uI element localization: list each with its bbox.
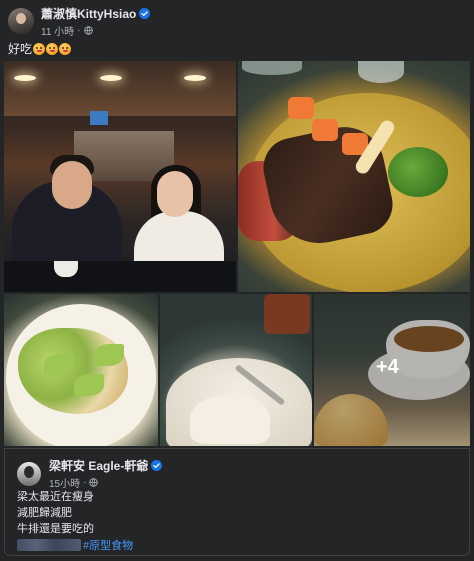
wine-glass xyxy=(242,61,302,75)
shared-text-line: 牛排還是要吃的 xyxy=(17,523,94,535)
yummy-face-emoji-icon xyxy=(46,42,59,55)
woman-face xyxy=(157,171,193,217)
author-name[interactable]: 蕭淑慎KittyHsiao xyxy=(41,5,136,22)
man-face xyxy=(52,161,92,209)
globe-icon[interactable] xyxy=(83,25,93,35)
carrot xyxy=(288,97,314,119)
author-block: 蕭淑慎KittyHsiao 11 小時 · xyxy=(41,5,151,38)
steak-plate-photo[interactable] xyxy=(238,61,470,292)
more-photos-count[interactable]: +4 xyxy=(376,356,399,379)
hashtag-link[interactable]: #原型食物 xyxy=(83,537,133,553)
lettuce-leaf xyxy=(44,354,74,376)
shared-text-line: 梁太最近在瘦身 xyxy=(17,491,94,503)
shared-post-timestamp[interactable]: 15小時 xyxy=(49,475,80,490)
globe-icon[interactable] xyxy=(89,478,99,487)
ceiling-lamp xyxy=(184,75,206,81)
rice-bowl-photo[interactable] xyxy=(160,294,312,446)
shared-author-row: 梁軒安 Eagle-軒爺 xyxy=(49,457,163,474)
salad-photo[interactable] xyxy=(4,294,158,446)
author-avatar[interactable] xyxy=(8,8,34,34)
lettuce-leaf xyxy=(74,374,104,396)
shared-post-header: 梁軒安 Eagle-軒爺 15小時 · xyxy=(17,457,163,490)
sauce-bottle xyxy=(264,294,310,334)
shared-post-text: 梁太最近在瘦身 減肥歸減肥 牛排還是要吃的 xyxy=(17,489,94,537)
verified-badge-icon xyxy=(151,460,163,471)
meta-separator: · xyxy=(77,24,81,36)
dining-table xyxy=(4,261,236,292)
ceiling-lamp xyxy=(14,75,36,81)
blue-sign xyxy=(90,111,108,125)
shared-author-avatar[interactable] xyxy=(17,461,41,486)
lettuce-leaf xyxy=(94,344,124,366)
shared-post[interactable]: 梁軒安 Eagle-軒爺 15小時 · 梁太最近在瘦身 減肥歸減肥 牛排還是要吃… xyxy=(4,448,470,556)
post-header: 蕭淑慎KittyHsiao 11 小時 · xyxy=(8,5,151,38)
rice xyxy=(190,394,270,444)
soup-cup xyxy=(54,261,78,277)
yummy-face-emoji-icon xyxy=(33,42,46,55)
shared-post-meta: 15小時 · xyxy=(49,475,162,490)
hashtag-row: #原型食物 xyxy=(17,537,133,553)
yummy-face-emoji-icon xyxy=(59,42,72,55)
broccoli xyxy=(388,147,448,197)
restaurant-ceiling xyxy=(4,61,236,116)
facebook-post: 蕭淑慎KittyHsiao 11 小時 · 好吃 +4 梁軒安 Eagle-軒爺… xyxy=(0,0,474,561)
soup-bread-photo[interactable]: +4 xyxy=(314,294,470,446)
shared-author-block: 梁軒安 Eagle-軒爺 15小時 · xyxy=(49,457,163,490)
author-row: 蕭淑慎KittyHsiao xyxy=(41,5,151,22)
post-text-content: 好吃 xyxy=(8,42,33,56)
post-meta: 11 小時 · xyxy=(41,23,150,38)
restaurant-couple-photo[interactable] xyxy=(4,61,236,292)
ceiling-lamp xyxy=(100,75,122,81)
post-text: 好吃 xyxy=(8,40,72,57)
post-timestamp[interactable]: 11 小時 xyxy=(41,23,74,38)
shared-author-name[interactable]: 梁軒安 Eagle-軒爺 xyxy=(49,457,148,474)
shared-text-line: 減肥歸減肥 xyxy=(17,507,72,519)
carrot xyxy=(312,119,338,141)
meta-separator: · xyxy=(83,477,87,488)
wine-glass xyxy=(358,61,404,83)
verified-badge-icon xyxy=(139,7,151,19)
blurred-hashtag xyxy=(17,539,81,551)
